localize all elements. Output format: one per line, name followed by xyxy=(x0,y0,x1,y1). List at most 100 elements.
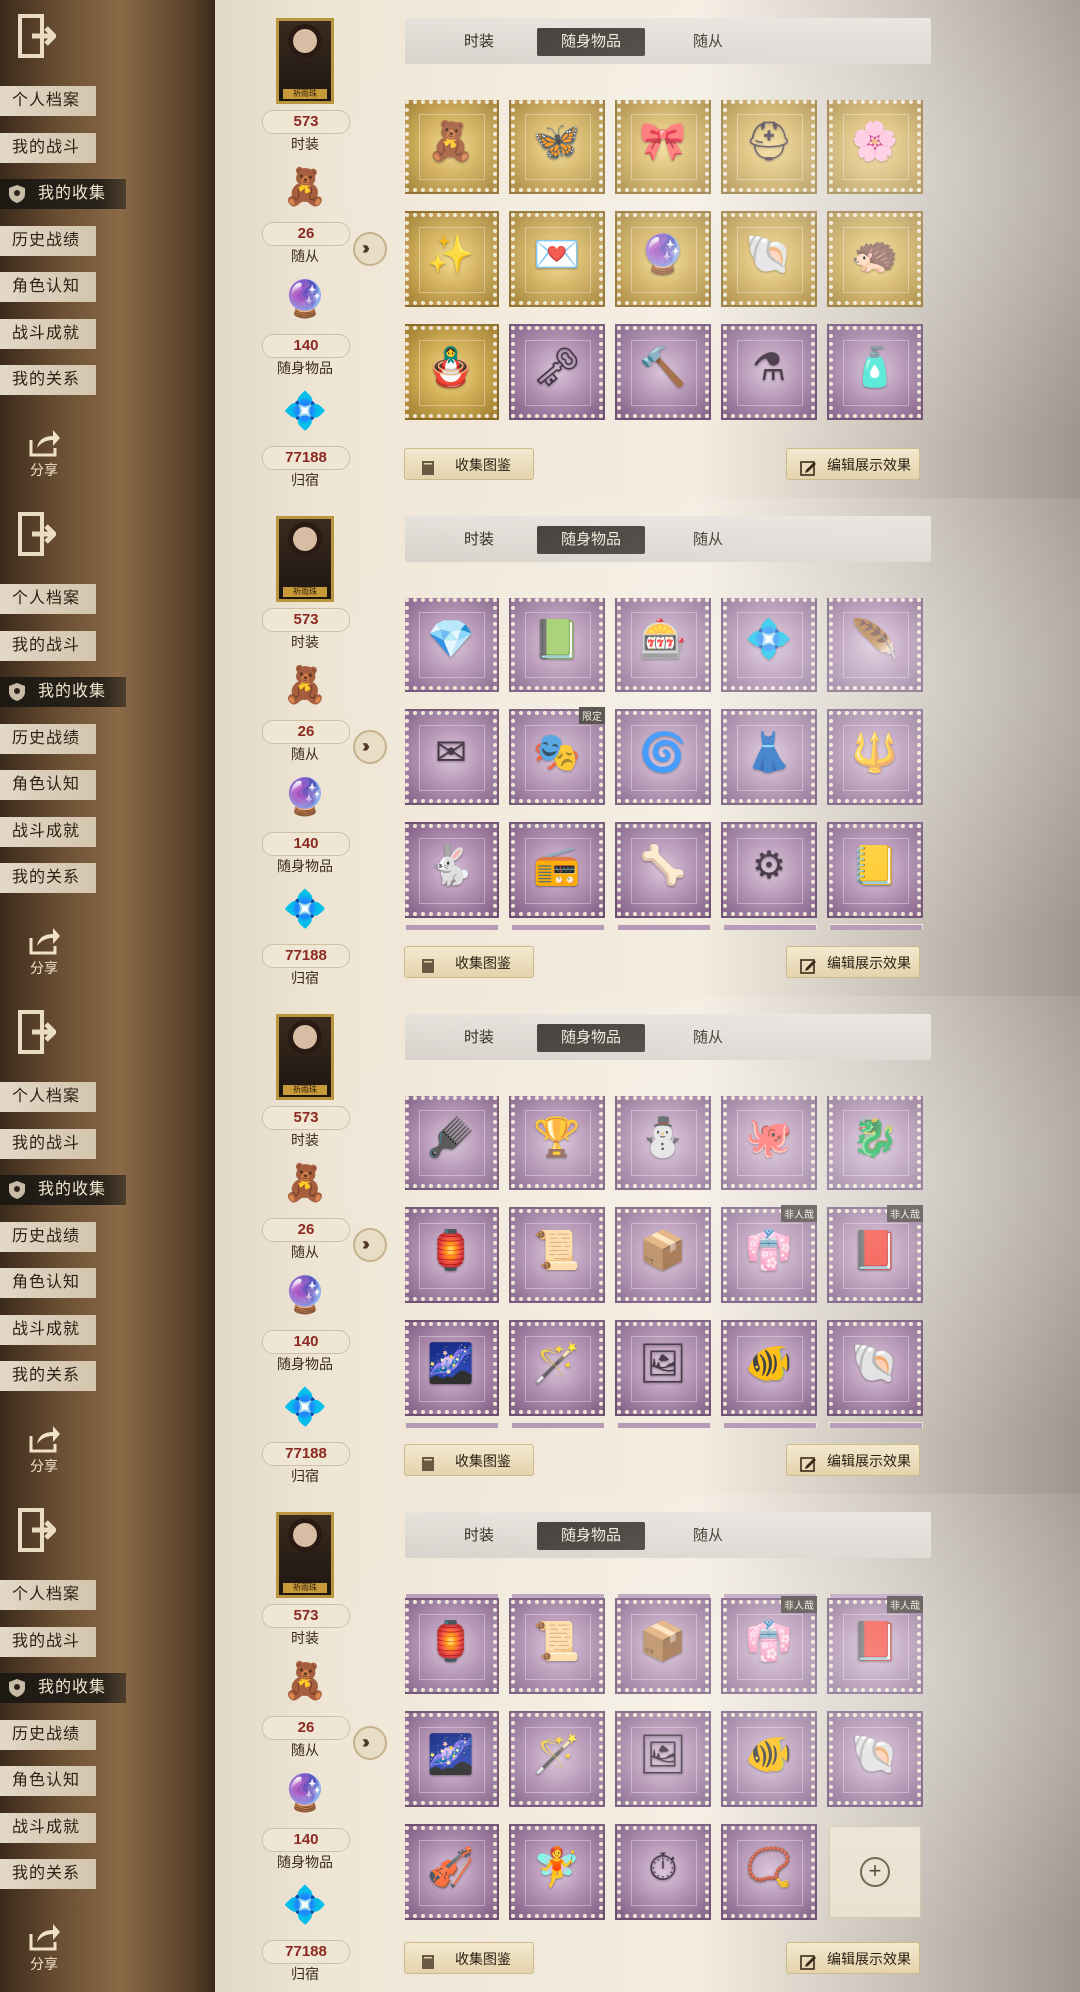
tab-2[interactable]: 随身物品 xyxy=(537,1024,645,1052)
collection-item[interactable]: 🐇 xyxy=(405,822,499,918)
collection-item[interactable]: 📜 xyxy=(509,1207,605,1303)
sidebar-item-4[interactable]: 历史战绩 xyxy=(0,1719,96,1750)
sidebar-item-6[interactable]: 战斗成就 xyxy=(0,318,96,349)
exit-icon[interactable] xyxy=(18,512,58,556)
sidebar-item-1[interactable]: 个人档案 xyxy=(0,86,96,116)
sidebar-item-3[interactable]: 我的收集 xyxy=(0,1175,126,1205)
tab-2[interactable]: 随身物品 xyxy=(537,28,645,56)
collection-item[interactable]: ⛑ xyxy=(721,100,817,194)
expand-arrow-button[interactable]: ›› xyxy=(353,232,387,266)
collection-item[interactable]: 🖼 xyxy=(615,1320,711,1416)
tab-2[interactable]: 随身物品 xyxy=(537,526,645,554)
collection-item[interactable]: 📦 xyxy=(615,1598,711,1694)
collection-item[interactable]: 📦 xyxy=(615,1207,711,1303)
portrait-avatar[interactable]: 祈雨珠 xyxy=(276,1014,334,1100)
collection-item[interactable]: 📒 xyxy=(827,822,923,918)
collection-item[interactable]: 🌸 xyxy=(827,100,923,194)
sidebar-item-2[interactable]: 我的战斗 xyxy=(0,630,96,661)
sidebar-item-4[interactable]: 历史战绩 xyxy=(0,723,96,754)
sidebar-item-6[interactable]: 战斗成就 xyxy=(0,1812,96,1843)
sidebar-item-3[interactable]: 我的收集 xyxy=(0,179,126,209)
collection-item[interactable]: 🪄 xyxy=(509,1320,605,1416)
tab-2[interactable]: 随身物品 xyxy=(537,1522,645,1550)
collection-item[interactable]: ⏱ xyxy=(615,1824,711,1920)
collection-item[interactable]: 🪆 xyxy=(405,324,499,420)
collection-item[interactable]: ⛄ xyxy=(615,1096,711,1190)
edit-display-button[interactable]: 编辑展示效果 xyxy=(786,1444,920,1476)
collection-item[interactable]: 🪄 xyxy=(509,1711,605,1807)
expand-arrow-button[interactable]: ›› xyxy=(353,1228,387,1262)
collection-item[interactable]: 🧸 xyxy=(405,100,499,194)
sidebar-item-5[interactable]: 角色认知 xyxy=(0,1268,96,1298)
collection-item[interactable]: 💌 xyxy=(509,211,605,307)
sidebar-item-7[interactable]: 我的关系 xyxy=(0,1361,96,1391)
sidebar-item-6[interactable]: 战斗成就 xyxy=(0,1314,96,1345)
collection-item[interactable]: 🧴 xyxy=(827,324,923,420)
collection-item[interactable]: 🗝 xyxy=(509,324,605,420)
collection-item[interactable]: 🏆 xyxy=(509,1096,605,1190)
exit-icon[interactable] xyxy=(18,14,58,58)
collection-item[interactable]: 🎻 xyxy=(405,1824,499,1920)
collection-item[interactable]: 🪶 xyxy=(827,598,923,692)
collection-item[interactable]: 🐚 xyxy=(827,1711,923,1807)
sidebar-item-6[interactable]: 战斗成就 xyxy=(0,816,96,847)
collection-item[interactable]: 💎 xyxy=(405,598,499,692)
collection-item[interactable]: 🔨 xyxy=(615,324,711,420)
sidebar-item-2[interactable]: 我的战斗 xyxy=(0,1626,96,1657)
collection-item[interactable]: ✨ xyxy=(405,211,499,307)
collection-item[interactable]: 🏮 xyxy=(405,1207,499,1303)
collection-item[interactable]: 📕 非人哉 xyxy=(827,1205,923,1303)
collection-item[interactable]: 🐠 xyxy=(721,1711,817,1807)
collection-item[interactable]: 🔮 xyxy=(615,211,711,307)
collection-item[interactable]: 🐚 xyxy=(827,1320,923,1416)
collection-item[interactable]: 📻 xyxy=(509,822,605,918)
collection-item[interactable]: 🐚 xyxy=(721,211,817,307)
tab-1[interactable]: 时装 xyxy=(435,1024,523,1052)
sidebar-item-3[interactable]: 我的收集 xyxy=(0,677,126,707)
collection-item[interactable]: 🐠 xyxy=(721,1320,817,1416)
sidebar-item-5[interactable]: 角色认知 xyxy=(0,272,96,302)
sidebar-item-5[interactable]: 角色认知 xyxy=(0,770,96,800)
sidebar-item-1[interactable]: 个人档案 xyxy=(0,1580,96,1610)
sidebar-item-5[interactable]: 角色认知 xyxy=(0,1766,96,1796)
sidebar-item-7[interactable]: 我的关系 xyxy=(0,863,96,893)
portrait-avatar[interactable]: 祈雨珠 xyxy=(276,516,334,602)
collection-book-button[interactable]: 收集图鉴 xyxy=(404,1942,534,1974)
share-button[interactable]: 分享 xyxy=(22,428,66,488)
tab-1[interactable]: 时装 xyxy=(435,526,523,554)
tab-1[interactable]: 时装 xyxy=(435,28,523,56)
collection-item[interactable]: ⚙ xyxy=(721,822,817,918)
collection-item[interactable]: 🏮 xyxy=(405,1598,499,1694)
collection-item[interactable]: 🪮 xyxy=(405,1096,499,1190)
portrait-avatar[interactable]: 祈雨珠 xyxy=(276,1512,334,1598)
collection-item[interactable]: 📕 非人哉 xyxy=(827,1596,923,1694)
collection-item[interactable]: ⚗ xyxy=(721,324,817,420)
collection-item[interactable]: 🖼 xyxy=(615,1711,711,1807)
sidebar-item-3[interactable]: 我的收集 xyxy=(0,1673,126,1703)
collection-item[interactable]: 🐙 xyxy=(721,1096,817,1190)
share-button[interactable]: 分享 xyxy=(22,926,66,986)
collection-item[interactable]: 📜 xyxy=(509,1598,605,1694)
collection-book-button[interactable]: 收集图鉴 xyxy=(404,946,534,978)
collection-item[interactable]: 🦋 xyxy=(509,100,605,194)
collection-item[interactable]: 🦔 xyxy=(827,211,923,307)
collection-item[interactable]: 🎭 限定 xyxy=(509,707,605,805)
tab-1[interactable]: 时装 xyxy=(435,1522,523,1550)
collection-item[interactable]: ✉ xyxy=(405,709,499,805)
sidebar-item-1[interactable]: 个人档案 xyxy=(0,584,96,614)
share-button[interactable]: 分享 xyxy=(22,1424,66,1484)
collection-item[interactable]: 🌀 xyxy=(615,709,711,805)
collection-item[interactable]: 🌌 xyxy=(405,1320,499,1416)
collection-item[interactable]: 🔱 xyxy=(827,709,923,805)
collection-item[interactable]: 🎰 xyxy=(615,598,711,692)
exit-icon[interactable] xyxy=(18,1010,58,1054)
collection-item[interactable]: 🦴 xyxy=(615,822,711,918)
sidebar-item-4[interactable]: 历史战绩 xyxy=(0,1221,96,1252)
expand-arrow-button[interactable]: ›› xyxy=(353,730,387,764)
edit-display-button[interactable]: 编辑展示效果 xyxy=(786,946,920,978)
share-button[interactable]: 分享 xyxy=(22,1922,66,1982)
portrait-avatar[interactable]: 祈雨珠 xyxy=(276,18,334,104)
edit-display-button[interactable]: 编辑展示效果 xyxy=(786,1942,920,1974)
exit-icon[interactable] xyxy=(18,1508,58,1552)
sidebar-item-7[interactable]: 我的关系 xyxy=(0,1859,96,1889)
